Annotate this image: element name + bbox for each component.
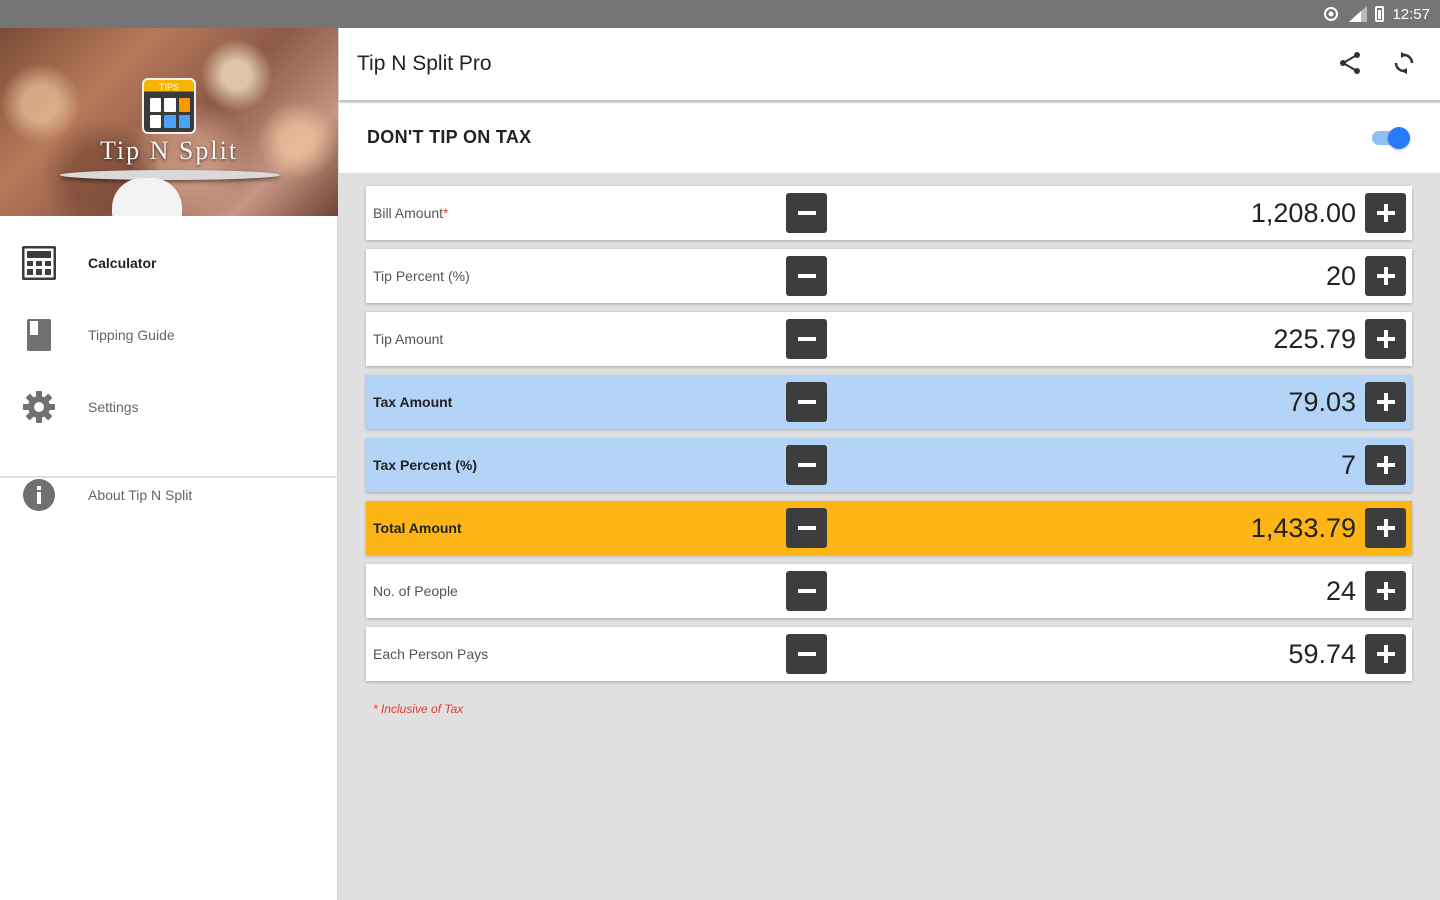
tip-amount-value[interactable]: 225.79: [1056, 324, 1356, 355]
toggle-label: DON'T TIP ON TAX: [367, 127, 532, 147]
decrement-button[interactable]: [786, 634, 827, 674]
status-bar: 12:57: [0, 0, 1440, 28]
drawer-item-tipping-guide[interactable]: Tipping Guide: [0, 305, 338, 365]
row-label: Tip Amount: [373, 331, 444, 347]
tip-amount-row: Tip Amount 225.79: [366, 312, 1412, 366]
increment-button[interactable]: [1365, 508, 1406, 548]
increment-button[interactable]: [1365, 634, 1406, 674]
each-person-pays-value[interactable]: 59.74: [1056, 639, 1356, 670]
drawer-header-image: TIPS Tip N Split: [0, 28, 338, 216]
total-amount-value[interactable]: 1,433.79: [1056, 513, 1356, 544]
row-label: Tax Percent (%): [373, 457, 477, 473]
info-icon: [22, 478, 56, 512]
signal-icon: [1349, 6, 1368, 22]
drawer-item-calculator[interactable]: Calculator: [0, 233, 338, 293]
tip-percent-value[interactable]: 20: [1056, 261, 1356, 292]
row-label: Each Person Pays: [373, 646, 489, 662]
waiter-glove: [112, 178, 182, 216]
drawer-item-settings[interactable]: Settings: [0, 377, 338, 437]
tax-footnote: * Inclusive of Tax: [373, 702, 464, 716]
row-label: Tax Amount: [373, 394, 453, 410]
share-button[interactable]: [1335, 48, 1365, 78]
increment-button[interactable]: [1365, 445, 1406, 485]
dont-tip-on-tax-setting: DON'T TIP ON TAX: [339, 103, 1440, 173]
increment-button[interactable]: [1365, 319, 1406, 359]
increment-button[interactable]: [1365, 571, 1406, 611]
app-bar: Tip N Split Pro: [339, 28, 1440, 100]
total-amount-row: Total Amount 1,433.79: [366, 501, 1412, 555]
decrement-button[interactable]: [786, 382, 827, 422]
status-time: 12:57: [1392, 5, 1430, 23]
row-label: Total Amount: [373, 520, 462, 536]
each-person-pays-row: Each Person Pays 59.74: [366, 627, 1412, 681]
row-label: Bill Amount: [373, 205, 444, 221]
drawer-item-label: About Tip N Split: [88, 487, 193, 503]
decrement-button[interactable]: [786, 319, 827, 359]
increment-button[interactable]: [1365, 382, 1406, 422]
decrement-button[interactable]: [786, 193, 827, 233]
decrement-button[interactable]: [786, 508, 827, 548]
calculator-icon: [22, 246, 56, 280]
dont-tip-on-tax-toggle[interactable]: [1370, 126, 1410, 149]
decrement-button[interactable]: [786, 256, 827, 296]
tax-percent-row: Tax Percent (%) 7: [366, 438, 1412, 492]
book-icon: [22, 318, 56, 352]
tax-percent-value[interactable]: 7: [1056, 450, 1356, 481]
increment-button[interactable]: [1365, 193, 1406, 233]
logo-title: Tip N Split: [99, 136, 239, 165]
people-count-row: No. of People 24: [366, 564, 1412, 618]
tip-percent-row: Tip Percent (%) 20: [366, 249, 1412, 303]
row-label: Tip Percent (%): [373, 268, 470, 284]
app-logo: TIPS: [142, 78, 196, 134]
share-icon: [1340, 52, 1360, 74]
required-mark: *: [443, 205, 449, 221]
bill-amount-value[interactable]: 1,208.00: [1056, 198, 1356, 229]
battery-icon: [1375, 6, 1385, 22]
increment-button[interactable]: [1365, 256, 1406, 296]
drawer-item-label: Calculator: [88, 255, 157, 271]
tax-amount-value[interactable]: 79.03: [1056, 387, 1356, 418]
refresh-icon: [1394, 52, 1414, 74]
drawer-item-label: Tipping Guide: [88, 327, 175, 343]
wifi-icon: [1324, 7, 1339, 21]
serving-plate: [60, 170, 280, 180]
bill-amount-row: Bill Amount* 1,208.00: [366, 186, 1412, 240]
people-count-value[interactable]: 24: [1056, 576, 1356, 607]
decrement-button[interactable]: [786, 571, 827, 611]
tax-amount-row: Tax Amount 79.03: [366, 375, 1412, 429]
page-title: Tip N Split Pro: [357, 52, 492, 75]
navigation-drawer: TIPS Tip N Split Calculator Tipping Guid…: [0, 28, 338, 900]
drawer-item-about[interactable]: About Tip N Split: [0, 465, 338, 525]
row-label: No. of People: [373, 583, 458, 599]
refresh-button[interactable]: [1389, 48, 1419, 78]
drawer-item-label: Settings: [88, 399, 139, 415]
decrement-button[interactable]: [786, 445, 827, 485]
gear-icon: [22, 390, 56, 424]
